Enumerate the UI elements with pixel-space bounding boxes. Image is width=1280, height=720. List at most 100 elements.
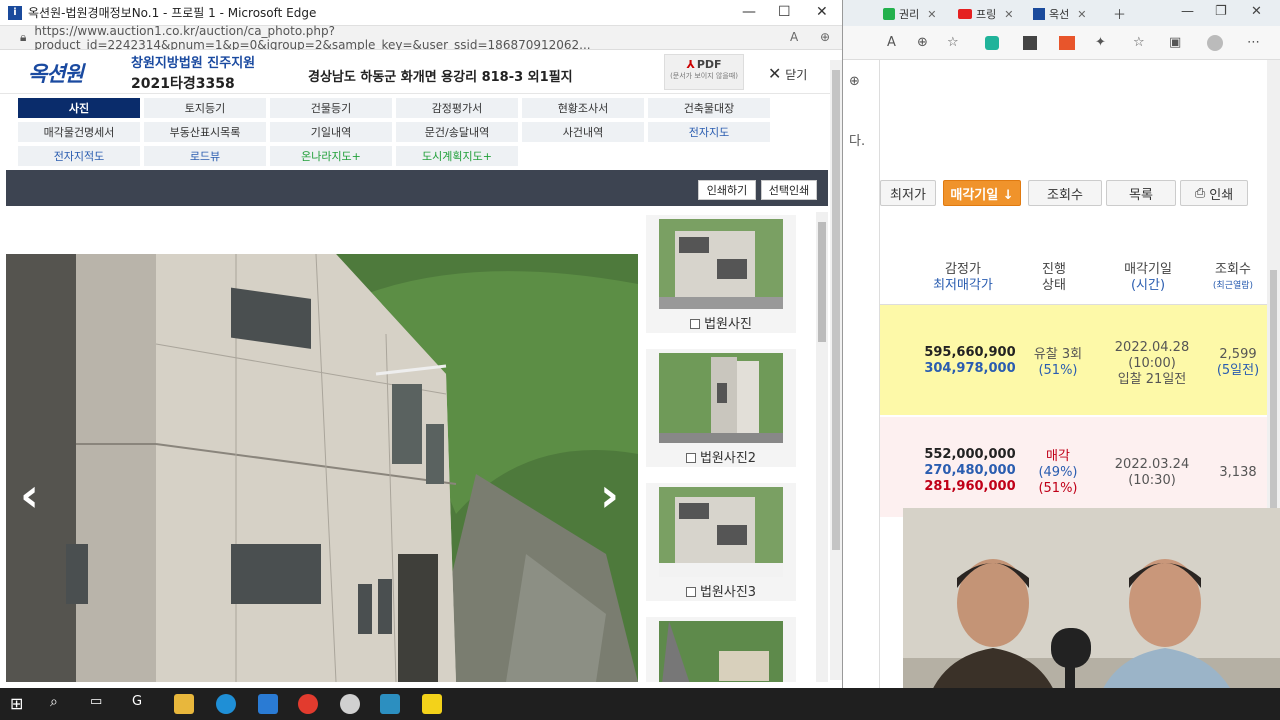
views-label: 조회수 <box>1215 262 1251 277</box>
checkbox[interactable] <box>690 319 701 329</box>
tab-schedule[interactable]: 기일내역 <box>270 122 392 142</box>
bg-tab-3[interactable]: 옥선 ✕ <box>1033 4 1086 24</box>
read-aloud-icon[interactable]: A <box>790 30 798 44</box>
tab-favicon-icon <box>883 8 895 20</box>
next-photo-icon[interactable]: › <box>600 468 619 522</box>
tab-building-ledger[interactable]: 건축물대장 <box>648 98 770 118</box>
views-cell: 3,138 <box>1210 465 1266 481</box>
app-notes-icon[interactable] <box>380 694 400 714</box>
favorite-icon[interactable]: ☆ <box>947 35 959 50</box>
thumbnail-3[interactable]: 법원사진3 <box>646 483 796 601</box>
profile-icon[interactable] <box>1207 35 1223 51</box>
views-sort-button[interactable]: 조회수 <box>1028 180 1102 206</box>
favorites-bar-icon[interactable]: ☆ <box>1133 35 1145 50</box>
tab-roadview[interactable]: 로드뷰 <box>144 146 266 166</box>
auction1-icon: i <box>8 5 22 20</box>
tab-e-map[interactable]: 전자지도 <box>648 122 770 142</box>
app-red-icon[interactable] <box>298 694 318 714</box>
tab-property-list[interactable]: 부동산표시목록 <box>144 122 266 142</box>
tab-sale-spec[interactable]: 매각물건명세서 <box>18 122 140 142</box>
list-button[interactable]: 목록 <box>1106 180 1176 206</box>
thumbnail-4[interactable] <box>646 617 796 682</box>
read-aloud-icon[interactable]: A <box>887 35 896 50</box>
popup-scroll-thumb[interactable] <box>832 70 840 550</box>
extension-ex-icon[interactable] <box>1059 36 1075 50</box>
windows-start-icon[interactable]: ⊞ <box>10 694 30 714</box>
sale-date-label: 매각기일 <box>1124 262 1172 277</box>
bg-tab-1[interactable]: 권리 ✕ <box>883 4 936 24</box>
close-icon[interactable]: ✕ <box>816 4 828 20</box>
edge-icon[interactable] <box>216 694 236 714</box>
close-popup-button[interactable]: ✕ 닫기 <box>768 64 807 83</box>
collections-icon[interactable]: ▣ <box>1169 35 1181 50</box>
bg-left-strip: ⊕ 다. <box>843 60 880 688</box>
url-text[interactable]: https://www.auction1.co.kr/auction/ca_ph… <box>34 24 842 52</box>
thumbnail-label: 법원사진3 <box>699 585 757 600</box>
photo-popup-window: i 옥션원-법원경매정보No.1 - 프로필 1 - Microsoft Edg… <box>0 0 843 688</box>
lock-icon[interactable]: 🔒︎ <box>20 30 26 45</box>
youtube-icon <box>958 9 972 19</box>
minimize-icon[interactable]: — <box>1181 4 1194 19</box>
appraisal-value: 595,660,900 <box>924 345 1016 360</box>
pdf-button[interactable]: ⅄ PDF (문서가 보이지 않을때) <box>664 54 744 90</box>
thumbnail-1[interactable]: 법원사진 <box>646 215 796 333</box>
thumbnail-scrollbar[interactable] <box>816 212 828 682</box>
kakaotalk-icon[interactable] <box>422 694 442 714</box>
lowest-price-sort-button[interactable]: 최저가 <box>880 180 936 206</box>
search-icon[interactable]: ⌕ <box>50 694 70 714</box>
thumbnail-label-row: 법원사진3 <box>646 581 796 600</box>
tab-land-registry[interactable]: 토지등기 <box>144 98 266 118</box>
zoom-icon[interactable]: ⊕ <box>849 74 860 89</box>
close-icon[interactable]: ✕ <box>1004 8 1013 21</box>
maximize-icon[interactable]: ☐ <box>778 4 791 20</box>
tab-case[interactable]: 사건내역 <box>522 122 644 142</box>
print-button[interactable]: ⎙ 인쇄 <box>1180 180 1248 206</box>
maximize-icon[interactable]: ❐ <box>1215 4 1227 19</box>
close-icon[interactable]: ✕ <box>927 8 936 21</box>
zoom-icon[interactable]: ⊕ <box>917 35 928 50</box>
more-icon[interactable]: ⋯ <box>1247 35 1260 50</box>
brand-logo[interactable]: 옥션원 <box>28 58 84 88</box>
print-toolbar: 인쇄하기 선택인쇄 <box>6 170 828 206</box>
print-button[interactable]: 인쇄하기 <box>698 180 756 200</box>
sale-date-sort-button[interactable]: 매각기일 ↓ <box>943 180 1021 206</box>
tab-onnara-map[interactable]: 온나라지도+ <box>270 146 392 166</box>
select-print-button[interactable]: 선택인쇄 <box>761 180 817 200</box>
date-value: 2022.03.24 <box>1114 457 1190 472</box>
tab-cadastral-map[interactable]: 전자지적도 <box>18 146 140 166</box>
popup-scrollbar[interactable] <box>830 60 842 680</box>
thumbnail-scroll-thumb[interactable] <box>818 222 826 342</box>
table-row[interactable]: 595,660,900 304,978,000 유찰 3회 (51%) 2022… <box>880 305 1267 415</box>
new-tab-icon[interactable]: ＋ <box>1113 4 1126 23</box>
percent-value: (51%) <box>1038 363 1078 378</box>
task-view-icon[interactable]: ▭ <box>90 694 110 714</box>
app-record-icon[interactable] <box>340 694 360 714</box>
zoom-icon[interactable]: ⊕ <box>820 30 830 44</box>
tab-building-registry[interactable]: 건물등기 <box>270 98 392 118</box>
bg-scroll-thumb[interactable] <box>1270 270 1277 510</box>
tab-survey[interactable]: 현황조사서 <box>522 98 644 118</box>
checkbox[interactable] <box>685 453 696 463</box>
status-cell: 매각 (49%) (51%) <box>1028 449 1088 497</box>
minimize-icon[interactable]: — <box>742 4 756 20</box>
tab-photo[interactable]: 사진 <box>18 98 140 118</box>
teamviewer-icon[interactable] <box>258 694 278 714</box>
thumbnail-2[interactable]: 법원사진2 <box>646 349 796 467</box>
extension-icon[interactable] <box>985 36 999 50</box>
close-icon[interactable]: ✕ <box>1251 4 1262 19</box>
extensions-icon[interactable]: ✦ <box>1095 35 1106 50</box>
file-explorer-icon[interactable] <box>174 694 194 714</box>
close-icon[interactable]: ✕ <box>1077 8 1086 21</box>
prev-photo-icon[interactable]: ‹ <box>20 468 39 522</box>
tab-documents[interactable]: 문건/송달내역 <box>396 122 518 142</box>
tab-appraisal[interactable]: 감정평가서 <box>396 98 518 118</box>
bg-tab-2[interactable]: 프링 ✕ <box>958 4 1013 24</box>
table-row[interactable]: 552,000,000 270,480,000 281,960,000 매각 (… <box>880 417 1267 517</box>
app-g-icon[interactable]: G <box>132 694 152 714</box>
extension-s-icon[interactable] <box>1023 36 1037 50</box>
tab-urban-plan-map[interactable]: 도시계획지도+ <box>396 146 518 166</box>
address-bar[interactable]: 🔒︎ https://www.auction1.co.kr/auction/ca… <box>0 24 842 52</box>
auction1-icon <box>1033 8 1045 20</box>
thumbnail-list: 법원사진 법원사진2 법원사진3 <box>646 212 796 682</box>
checkbox[interactable] <box>685 587 696 597</box>
